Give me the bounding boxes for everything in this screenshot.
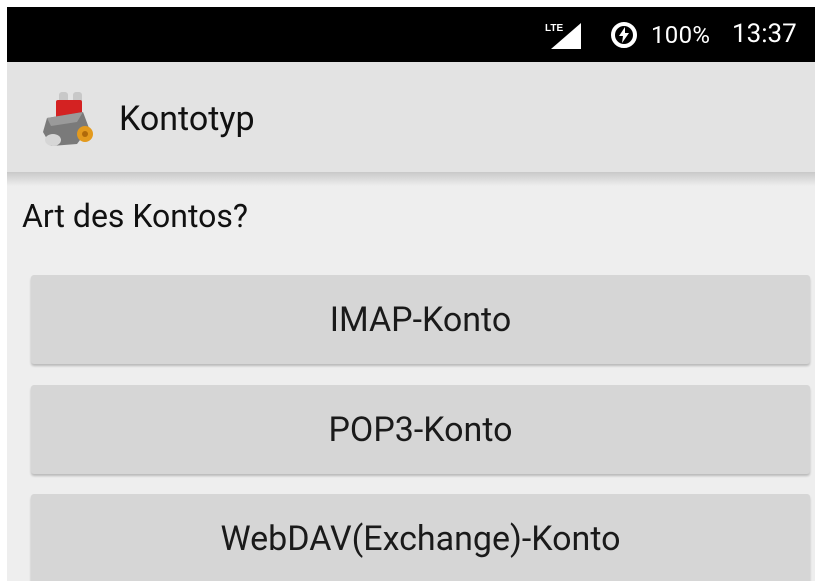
action-bar-shadow (7, 172, 815, 186)
page-title: Kontotyp (119, 99, 255, 139)
pop3-account-button[interactable]: POP3-Konto (31, 385, 810, 474)
status-bar: LTE 100% 13:37 (7, 7, 815, 62)
account-type-prompt: Art des Kontos? (22, 197, 248, 235)
k9-mail-app-icon[interactable] (37, 88, 101, 152)
screen: LTE 100% 13:37 Kontotyp Art des Kontos? (7, 7, 815, 581)
imap-account-button[interactable]: IMAP-Konto (31, 275, 810, 364)
pop3-account-label: POP3-Konto (328, 409, 513, 450)
clock: 13:37 (732, 19, 797, 49)
imap-account-label: IMAP-Konto (329, 299, 512, 340)
action-bar: Kontotyp (7, 62, 815, 172)
lte-signal-icon: LTE (545, 23, 581, 49)
battery-saver-icon (611, 22, 637, 48)
battery-percentage: 100% (651, 21, 711, 49)
webdav-exchange-account-button[interactable]: WebDAV(Exchange)-Konto (31, 494, 810, 581)
svg-text:LTE: LTE (545, 23, 563, 34)
webdav-exchange-account-label: WebDAV(Exchange)-Konto (220, 518, 621, 559)
